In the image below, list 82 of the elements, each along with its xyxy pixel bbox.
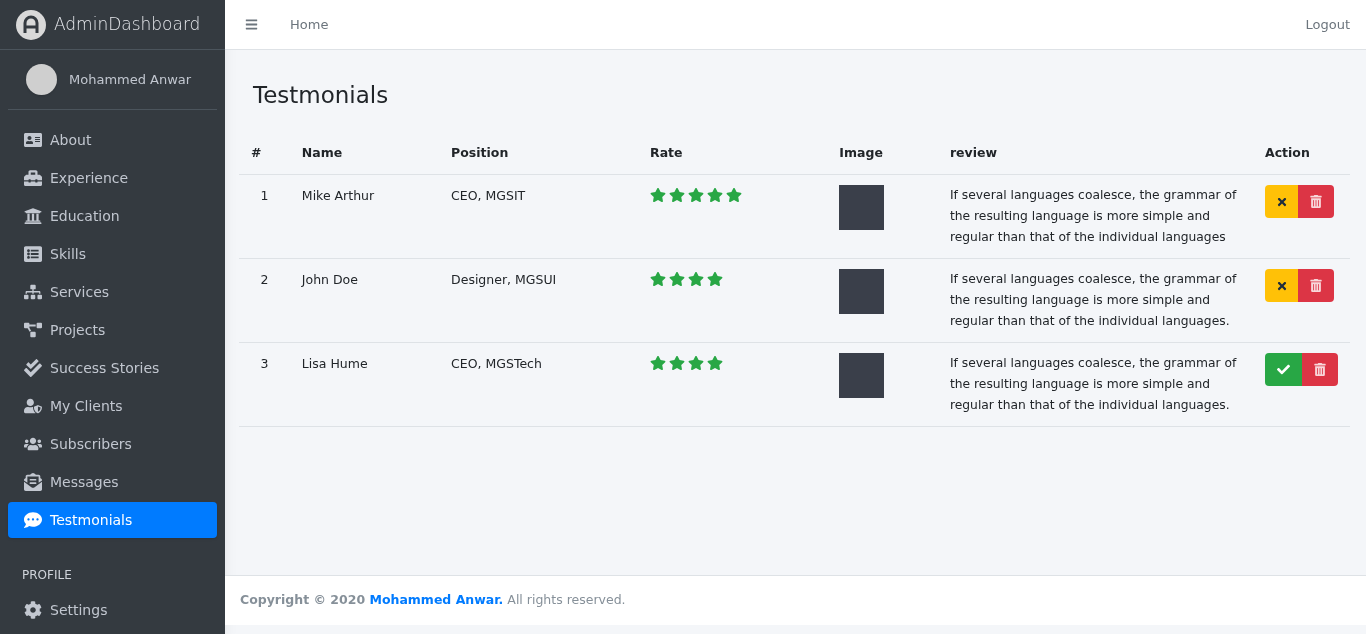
- trash-icon: [1314, 363, 1326, 376]
- table-cell: 2: [260, 272, 269, 287]
- check-icon: [1277, 363, 1290, 376]
- photo-placeholder: [839, 269, 885, 314]
- star-icon: [707, 355, 723, 371]
- menu-icon: [245, 18, 258, 31]
- envelope-icon: [24, 473, 42, 491]
- sidebar-item[interactable]: Services: [8, 274, 217, 310]
- sitemap-icon: [24, 283, 42, 301]
- sidebar-item[interactable]: Success Stories: [8, 350, 217, 386]
- table-cell: Mike Arthur: [301, 188, 375, 203]
- star-icon: [650, 355, 666, 371]
- delete-button[interactable]: [1298, 185, 1334, 218]
- close-icon: [1275, 279, 1288, 292]
- approve-button[interactable]: [1265, 353, 1302, 386]
- star-icon: [707, 187, 723, 203]
- star-icon: [669, 271, 685, 287]
- chat-icon: [24, 511, 42, 529]
- delete-button[interactable]: [1302, 353, 1338, 386]
- id-card-icon: [24, 131, 42, 149]
- building-icon: [24, 207, 42, 225]
- star-icon: [650, 271, 666, 287]
- table-cell: John Doe: [301, 272, 358, 287]
- column-header: #: [251, 144, 262, 160]
- column-header: review: [949, 144, 998, 160]
- star-icon: [726, 187, 742, 203]
- user-name: Mohammed Anwar: [69, 70, 192, 89]
- review-text: If several languages coalesce, the grammar of the resulting language is more simple and regular than that of the individual languages: [949, 187, 1238, 246]
- star-icon: [650, 187, 666, 203]
- star-icon: [688, 271, 704, 287]
- list-icon: [24, 245, 42, 263]
- logout-link[interactable]: Logout: [1305, 14, 1350, 35]
- logo-icon: [16, 9, 46, 40]
- trash-icon: [1310, 279, 1322, 292]
- sidebar-item[interactable]: About: [8, 122, 217, 158]
- user-shield-icon: [24, 397, 42, 415]
- table-cell: CEO, MGSIT: [451, 188, 526, 203]
- gear-icon: [24, 601, 42, 619]
- delete-button[interactable]: [1298, 269, 1334, 302]
- star-icon: [688, 187, 704, 203]
- section-heading: PROFILE: [21, 567, 73, 584]
- close-icon: [1275, 195, 1288, 208]
- star-icon: [669, 355, 685, 371]
- column-header: Rate: [650, 144, 683, 160]
- double-check-icon: [24, 359, 42, 377]
- table-cell: Lisa Hume: [301, 356, 368, 371]
- sidebar-item[interactable]: Settings: [8, 592, 217, 628]
- sidebar-item[interactable]: Skills: [8, 236, 217, 272]
- table-cell: 1: [260, 188, 269, 203]
- column-header: Image: [839, 144, 883, 160]
- sidebar-item[interactable]: Testmonials: [8, 502, 217, 538]
- nav-link[interactable]: Home: [290, 14, 329, 35]
- sidebar-item[interactable]: My Clients: [8, 388, 217, 424]
- sidebar-item[interactable]: Subscribers: [8, 426, 217, 462]
- copyright-text: Copyright © 2020 Mohammed Anwar. All rights reserved.: [240, 591, 626, 610]
- brand-title: AdminDashboard: [54, 12, 201, 36]
- reject-button[interactable]: [1265, 269, 1298, 302]
- star-icon: [688, 355, 704, 371]
- sidebar-item[interactable]: Education: [8, 198, 217, 234]
- column-header: Position: [451, 144, 509, 160]
- star-icon: [707, 271, 723, 287]
- table-cell: CEO, MGSTech: [451, 356, 542, 371]
- author-link[interactable]: Mohammed Anwar.: [369, 592, 504, 608]
- table-cell: 3: [260, 356, 269, 371]
- column-header: Name: [301, 144, 343, 160]
- sidebar-item[interactable]: Projects: [8, 312, 217, 348]
- review-text: If several languages coalesce, the grammar of the resulting language is more simple and regular than that of the individual languages.: [949, 355, 1238, 414]
- reject-button[interactable]: [1265, 185, 1298, 218]
- toolbox-icon: [24, 169, 42, 187]
- users-icon: [24, 435, 42, 453]
- review-text: If several languages coalesce, the grammar of the resulting language is more simple and regular than that of the individual languages.: [949, 271, 1238, 330]
- trash-icon: [1310, 195, 1322, 208]
- avatar: [26, 64, 57, 95]
- sidebar-item[interactable]: Experience: [8, 160, 217, 196]
- diagram-icon: [24, 321, 42, 339]
- photo-placeholder: [839, 185, 885, 230]
- column-header: Action: [1265, 144, 1310, 160]
- sidebar-item[interactable]: Messages: [8, 464, 217, 500]
- star-icon: [669, 187, 685, 203]
- table-cell: Designer, MGSUI: [451, 272, 557, 287]
- photo-placeholder: [839, 353, 885, 398]
- page-title: Testmonials: [253, 81, 390, 110]
